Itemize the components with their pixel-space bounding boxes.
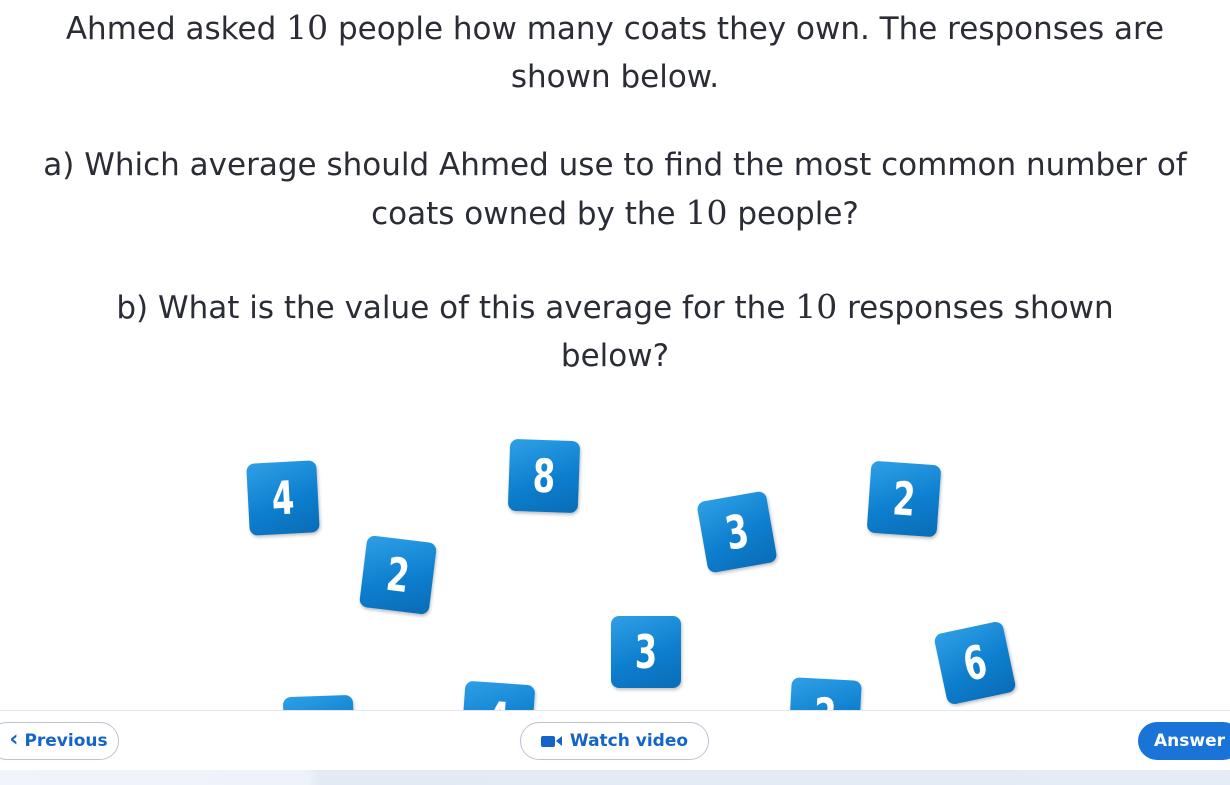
response-card: 2 <box>358 535 438 615</box>
response-card: 6 <box>933 620 1017 706</box>
video-camera-icon <box>540 735 562 747</box>
watch-video-button[interactable]: Watch video <box>520 722 709 760</box>
response-card: 2 <box>788 677 862 710</box>
response-card <box>282 694 356 710</box>
response-card: 3 <box>611 616 681 688</box>
response-card: 4 <box>460 680 536 710</box>
response-card: 8 <box>507 438 581 514</box>
response-cards: 4 8 2 3 2 3 6 4 2 <box>0 0 1230 710</box>
previous-label: Previous <box>24 731 108 751</box>
previous-button[interactable]: ‹ Previous <box>0 722 119 760</box>
watch-video-label: Watch video <box>569 731 689 751</box>
chevron-left-icon: ‹ <box>9 727 19 752</box>
response-card: 4 <box>246 460 320 536</box>
bottom-strip <box>0 770 1230 785</box>
response-card: 3 <box>696 490 778 574</box>
answer-label: Answer <box>1154 731 1225 751</box>
response-card: 2 <box>866 460 942 538</box>
answer-button[interactable]: Answer <box>1138 722 1230 760</box>
bottom-toolbar: ‹ Previous Watch video Answer <box>0 710 1230 771</box>
